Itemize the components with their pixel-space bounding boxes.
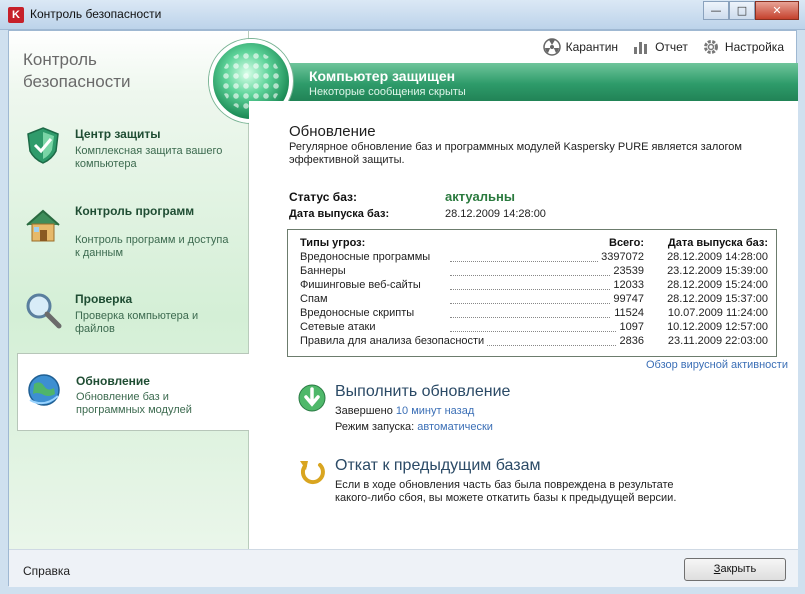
nav-item-title: Проверка (75, 292, 133, 306)
nav-item-title: Центр защиты (75, 127, 161, 141)
rollback-link[interactable]: Откат к предыдущим базам (335, 457, 540, 475)
db-date-value: 28.12.2009 14:28:00 (445, 208, 546, 220)
threat-name: Правила для анализа безопасности (300, 335, 488, 347)
finished-line: Завершено 10 минут назад (335, 405, 474, 417)
quarantine-label: Карантин (565, 40, 619, 54)
update-globe-icon[interactable] (297, 383, 327, 413)
threat-date: 10.12.2009 12:57:00 (667, 321, 768, 333)
threat-date: 10.07.2009 11:24:00 (667, 307, 768, 319)
db-date-label: Дата выпуска баз: (289, 208, 390, 220)
rollback-icon[interactable] (297, 457, 327, 487)
threat-total: 12033 (610, 279, 644, 291)
nav-item-desc: Обновление баз и программных модулей (76, 391, 192, 416)
nav-item-desc: Комплексная защита вашего компьютера (75, 145, 223, 170)
threat-total: 1097 (616, 321, 644, 333)
threat-name: Сетевые атаки (300, 321, 379, 333)
rollback-desc: Если в ходе обновления часть баз была по… (335, 479, 677, 504)
threat-total: 2836 (616, 335, 644, 347)
quarantine-button[interactable]: Карантин (542, 38, 619, 56)
col-header-total: Всего: (609, 237, 644, 249)
threat-row: Сетевые атаки 1097 10.12.2009 12:57:00 (300, 321, 768, 335)
window-title: Контроль безопасности (30, 7, 162, 21)
left-panel-title: Контроль безопасности (23, 50, 131, 91)
nav-item-update[interactable]: Обновление Обновление баз и программных … (17, 353, 250, 431)
gear-icon (702, 38, 720, 56)
close-button-label: акрыть (720, 563, 757, 575)
threat-date: 28.12.2009 15:24:00 (667, 279, 768, 291)
threat-date: 28.12.2009 15:37:00 (667, 293, 768, 305)
db-status-value: актуальны (445, 189, 515, 204)
page-description: Регулярное обновление баз и программных … (289, 141, 742, 166)
threat-row: Баннеры 23539 23.12.2009 15:39:00 (300, 265, 768, 279)
nav-item-program-control[interactable]: Контроль программ Контроль программ и до… (9, 201, 249, 279)
virus-activity-link[interactable]: Обзор вирусной активности (646, 359, 788, 371)
mode-value-link[interactable]: автоматически (417, 421, 493, 433)
kaspersky-app-icon: K (8, 7, 24, 23)
protection-status-bar: Компьютер защищен Некоторые сообщения ск… (249, 63, 798, 101)
threat-total: 3397072 (598, 251, 644, 263)
status-title: Компьютер защищен (309, 68, 456, 84)
update-content-panel: Обновление Регулярное обновление баз и п… (249, 101, 798, 549)
threat-types-table: Типы угроз: Всего: Дата выпуска баз: Вре… (287, 229, 777, 357)
threat-row: Вредоносные скрипты 11524 10.07.2009 11:24… (300, 307, 768, 321)
run-update-link[interactable]: Выполнить обновление (335, 383, 510, 401)
shield-icon (27, 127, 59, 164)
threat-total: 11524 (611, 307, 644, 319)
threat-name: Вредоносные скрипты (300, 307, 418, 319)
help-link[interactable]: Справка (23, 564, 70, 578)
threat-total: 23539 (610, 265, 644, 277)
close-window-button[interactable]: ✕ (755, 1, 799, 20)
window-client: Контроль безопасности Центр защиты Компл… (8, 30, 798, 587)
settings-button[interactable]: Настройка (702, 38, 784, 56)
threat-name: Баннеры (300, 265, 349, 277)
threat-name: Фишинговые веб-сайты (300, 279, 424, 291)
db-status-label: Статус баз: (289, 190, 357, 204)
window-titlebar: K Контроль безопасности — □ ✕ (0, 0, 805, 30)
threat-date: 23.12.2009 15:39:00 (667, 265, 768, 277)
report-label: Отчет (655, 40, 688, 54)
threat-row: Вредоносные программы 3397072 28.12.2009 1… (300, 251, 768, 265)
house-icon (26, 209, 60, 242)
window-footer: Справка Закрыть (9, 549, 798, 587)
nav-item-desc: Проверка компьютера и файлов (75, 310, 199, 335)
col-header-type: Типы угроз: (300, 237, 366, 249)
run-update-section: Выполнить обновление Завершено 10 минут … (297, 383, 737, 445)
threat-row: Фишинговые веб-сайты 12033 28.12.2009 15:2… (300, 279, 768, 293)
rollback-section: Откат к предыдущим базам Если в ходе обн… (297, 457, 737, 517)
finished-value-link[interactable]: 10 минут назад (396, 405, 474, 417)
settings-label: Настройка (724, 40, 784, 54)
bar-chart-icon (632, 38, 650, 56)
threat-name: Спам (300, 293, 331, 305)
mode-line: Режим запуска: автоматически (335, 421, 493, 433)
threat-date: 23.11.2009 22:03:00 (667, 335, 768, 347)
nav-item-desc: Контроль программ и доступа к данным (75, 234, 229, 259)
globe-icon (28, 374, 60, 406)
magnifier-icon (26, 293, 62, 329)
window-controls: — □ ✕ (703, 1, 799, 20)
nav-item-title: Обновление (76, 374, 150, 388)
threat-row: Спам 99747 28.12.2009 15:37:00 (300, 293, 768, 307)
nav-item-protection-center[interactable]: Центр защиты Комплексная защита вашего к… (9, 121, 249, 199)
threat-row: Правила для анализа безопасности 2836 23.1… (300, 335, 768, 349)
threat-date: 28.12.2009 14:28:00 (667, 251, 768, 263)
left-nav-panel: Контроль безопасности Центр защиты Компл… (9, 31, 250, 549)
col-header-date: Дата выпуска баз: (667, 237, 768, 249)
threat-total: 99747 (610, 293, 644, 305)
page-title: Обновление (289, 123, 376, 140)
finished-label: Завершено (335, 405, 393, 417)
close-button[interactable]: Закрыть (684, 558, 786, 581)
top-toolbar: Карантин Отчет Настройка (542, 36, 784, 58)
threat-name: Вредоносные программы (300, 251, 434, 263)
report-button[interactable]: Отчет (632, 38, 688, 56)
minimize-button[interactable]: — (703, 1, 729, 20)
nav-item-title: Контроль программ (75, 204, 195, 218)
radiation-icon (542, 38, 561, 56)
status-subtitle[interactable]: Некоторые сообщения скрыты (309, 86, 466, 98)
maximize-button[interactable]: □ (729, 1, 755, 20)
mode-label: Режим запуска: (335, 421, 415, 433)
